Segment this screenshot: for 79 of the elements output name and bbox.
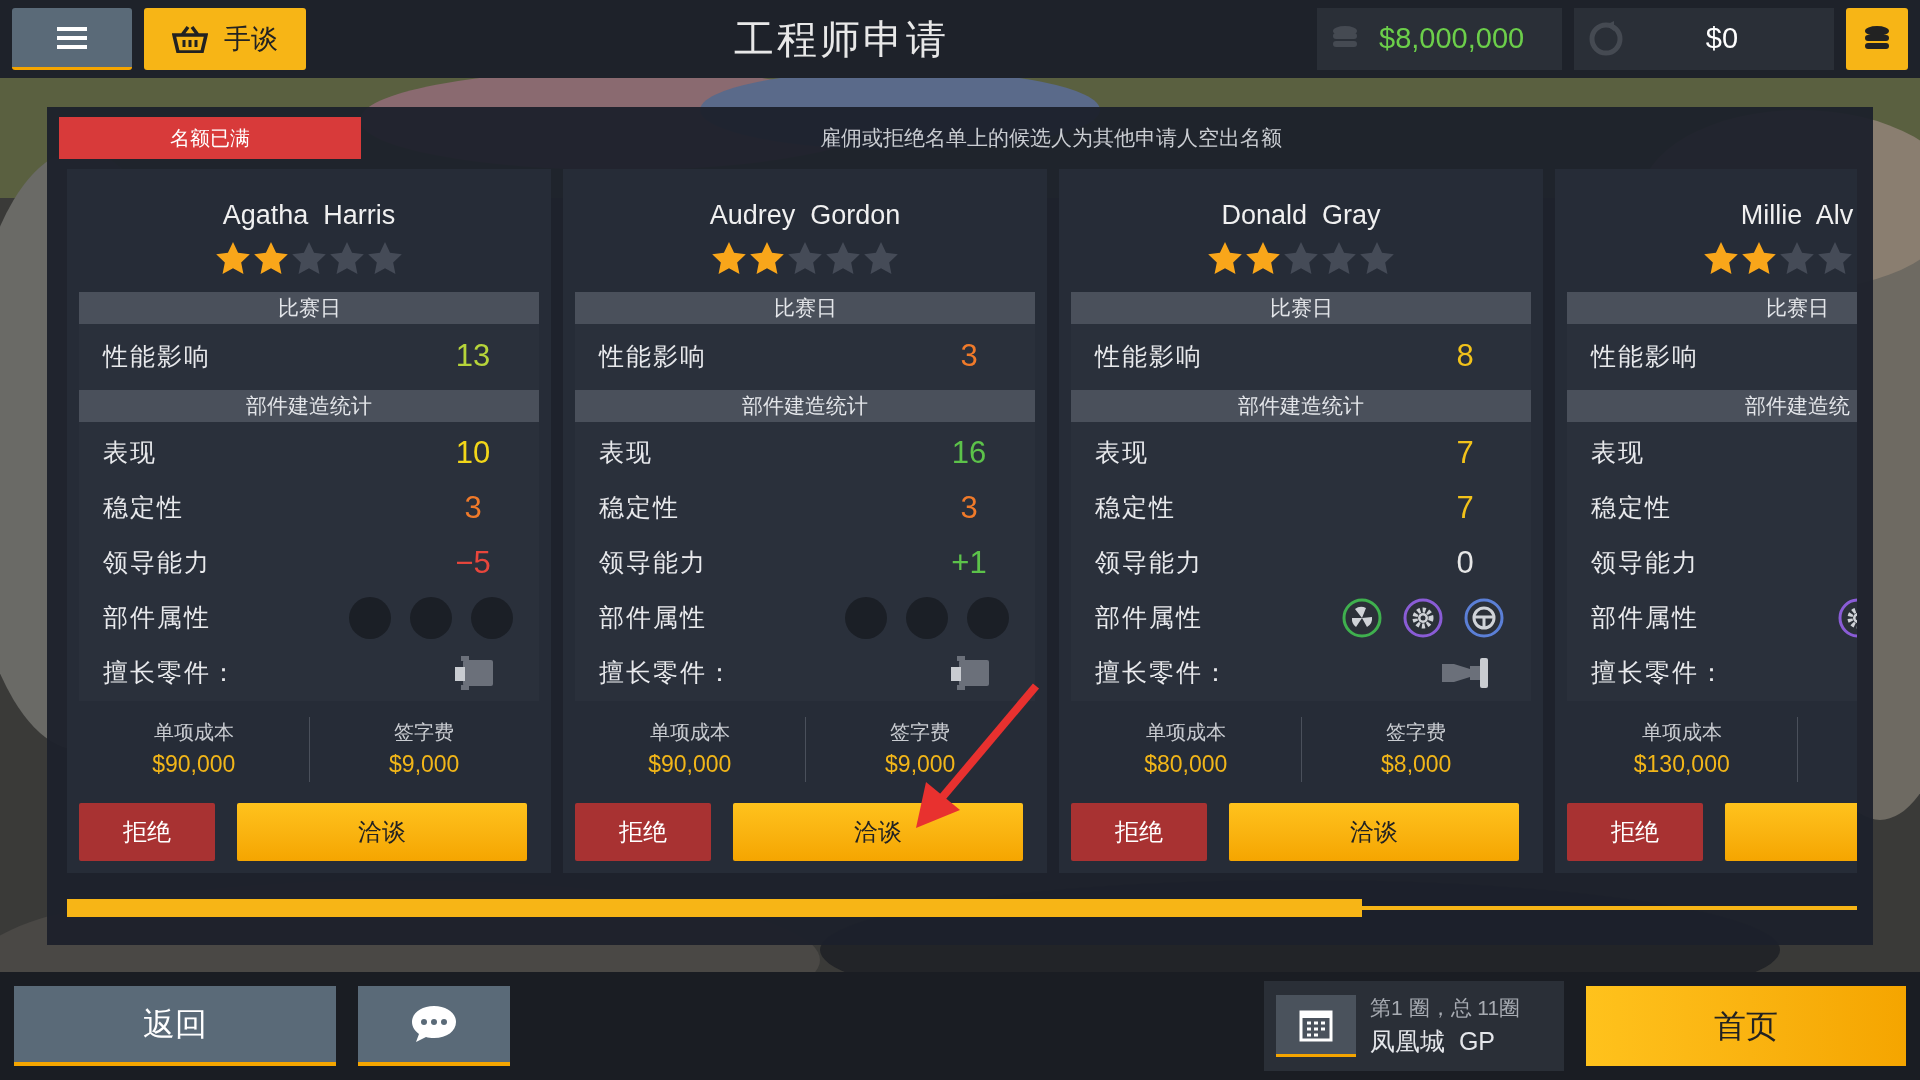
candidate-name: Donald Gray <box>1221 199 1381 232</box>
stat-label: 擅长零件： <box>1591 657 1726 689</box>
section-header: 部件建造统计 <box>575 389 1035 422</box>
stat-label: 领导能力 <box>599 547 707 579</box>
stat-value: −5 <box>454 543 492 582</box>
stat-label: 表现 <box>1095 437 1149 469</box>
fee-value: $8,000 <box>1381 750 1452 780</box>
stat-label: 擅长零件： <box>1095 657 1230 689</box>
stat-label: 擅长零件： <box>103 657 238 689</box>
cost-label: 单项成本 <box>153 720 234 746</box>
lap-counter: 第1 圈，总 11圈 <box>1370 994 1521 1021</box>
stat-label: 性能影响 <box>599 340 707 372</box>
fee-value: $9,000 <box>885 750 956 780</box>
stat-value: 3 <box>959 337 979 376</box>
candidate-name: Agatha Harris <box>222 199 396 232</box>
stat-label: 领导能力 <box>1095 547 1203 579</box>
stat-label: 部件属性 <box>599 602 707 634</box>
stat-label: 性能影响 <box>103 340 211 372</box>
stat-label: 表现 <box>103 437 157 469</box>
money-amount: $8,000,000 <box>1379 21 1525 57</box>
section-header: 比赛日 <box>575 291 1035 324</box>
shop-button[interactable]: 手谈 <box>144 8 306 70</box>
cost-value: $80,000 <box>1144 750 1228 780</box>
reject-button[interactable]: 拒绝 <box>575 802 711 861</box>
stat-label: 部件属性 <box>1591 602 1699 634</box>
stat-value: +1 <box>950 543 988 582</box>
section-header: 部件建造统 <box>1567 389 1857 422</box>
fee-label: 签字费 <box>1386 720 1447 746</box>
stat-value: 13 <box>454 337 492 376</box>
stat-label: 领导能力 <box>103 547 211 579</box>
stat-label: 部件属性 <box>1095 602 1203 634</box>
stat-value: 7 <box>1455 488 1475 527</box>
stat-label: 领导能力 <box>1591 547 1699 579</box>
stat-value: 3 <box>959 488 979 527</box>
stat-label: 部件属性 <box>103 602 211 634</box>
stat-value: 0 <box>1455 543 1475 582</box>
candidate-name: Millie Alv <box>1740 199 1854 232</box>
stat-label: 稳定性 <box>103 492 184 524</box>
reject-button[interactable]: 拒绝 <box>1567 802 1703 861</box>
reject-button[interactable]: 拒绝 <box>79 802 215 861</box>
section-header: 部件建造统计 <box>79 389 539 422</box>
back-button[interactable]: 返回 <box>14 986 336 1066</box>
stat-label: 性能影响 <box>1095 340 1203 372</box>
cost-label: 单项成本 <box>649 720 730 746</box>
fee-label: 签字费 <box>890 720 951 746</box>
section-header: 比赛日 <box>1071 291 1531 324</box>
cost-value: $90,000 <box>152 750 236 780</box>
info-message: 雇佣或拒绝名单上的候选人为其他申请人空出名额 <box>819 125 1283 152</box>
section-header: 比赛日 <box>79 291 539 324</box>
stat-label: 性能影响 <box>1591 340 1699 372</box>
reject-button[interactable]: 拒绝 <box>1071 802 1207 861</box>
page-title: 工程师申请 <box>734 16 949 63</box>
negotiate-button[interactable]: 洽谈 <box>1229 802 1519 861</box>
cost-label: 单项成本 <box>1641 720 1722 746</box>
stat-label: 稳定性 <box>1591 492 1672 524</box>
credits-amount: $0 <box>1704 21 1740 57</box>
candidate-name: Audrey Gordon <box>709 199 901 232</box>
stat-value: 16 <box>950 433 988 472</box>
fee-label: 签字费 <box>394 720 455 746</box>
negotiate-button[interactable]: 洽谈 <box>733 802 1023 861</box>
stat-value: 7 <box>1455 433 1475 472</box>
cost-value: $90,000 <box>648 750 732 780</box>
fee-value: $9,000 <box>389 750 460 780</box>
stat-label: 擅长零件： <box>599 657 734 689</box>
stat-label: 稳定性 <box>1095 492 1176 524</box>
race-name: 凤凰城 GP <box>1370 1026 1496 1057</box>
stat-value: 8 <box>1455 337 1475 376</box>
stat-value: 10 <box>454 433 492 472</box>
section-header: 部件建造统计 <box>1071 389 1531 422</box>
stat-label: 表现 <box>599 437 653 469</box>
cost-value: $130,000 <box>1633 750 1730 780</box>
cost-label: 单项成本 <box>1145 720 1226 746</box>
home-button[interactable]: 首页 <box>1586 986 1906 1066</box>
stat-label: 稳定性 <box>599 492 680 524</box>
negotiate-button[interactable]: 洽谈 <box>237 802 527 861</box>
quota-full-badge: 名额已满 <box>59 117 361 159</box>
stat-label: 表现 <box>1591 437 1645 469</box>
stat-value: 3 <box>463 488 483 527</box>
section-header: 比赛日 <box>1567 291 1857 324</box>
